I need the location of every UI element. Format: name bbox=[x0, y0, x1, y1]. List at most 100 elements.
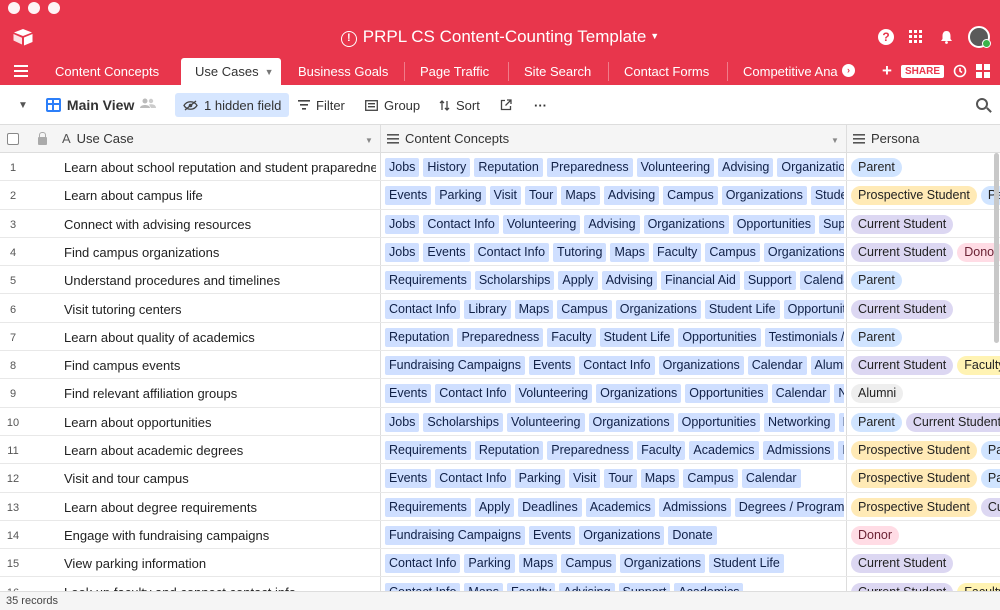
table-row[interactable]: 10 Learn about opportunities Jobs Scholarsh… bbox=[0, 408, 1000, 436]
chevron-down-icon[interactable]: ▼ bbox=[265, 67, 274, 77]
table-row[interactable]: 8 Find campus events Fundraising Campaigns… bbox=[0, 351, 1000, 380]
group-button[interactable]: Group bbox=[365, 85, 420, 125]
content-concepts-cell[interactable]: Events Contact Info Volunteering Organizati… bbox=[385, 384, 844, 404]
tab-site-search[interactable]: Site Search bbox=[510, 58, 610, 85]
use-case-cell[interactable]: Engage with fundraising campaigns bbox=[64, 528, 376, 543]
content-concepts-cell[interactable]: Jobs History Reputation Preparedness Volunte… bbox=[385, 158, 844, 177]
table-row[interactable]: 2 Learn about campus life Events Parking Vis… bbox=[0, 181, 1000, 210]
use-case-cell[interactable]: Learn about school reputation and studen… bbox=[64, 160, 376, 175]
table-row[interactable]: 4 Find campus organizations Jobs Events Cont… bbox=[0, 238, 1000, 267]
tab-content-concepts[interactable]: Content Concepts bbox=[41, 58, 179, 85]
use-case-cell[interactable]: Learn about opportunities bbox=[64, 415, 376, 430]
filter-button[interactable]: Filter bbox=[298, 85, 345, 125]
persona-cell[interactable]: Current StudentFaculty bbox=[851, 356, 1000, 376]
avatar[interactable] bbox=[968, 26, 991, 48]
content-concepts-cell[interactable]: Fundraising Campaigns Events Contact Info O… bbox=[385, 356, 844, 376]
content-concepts-cell[interactable]: Reputation Preparedness Faculty Student Lif… bbox=[385, 327, 844, 347]
zoom-window-button[interactable] bbox=[48, 2, 60, 14]
table-row[interactable]: 11 Learn about academic degrees Requiremen… bbox=[0, 436, 1000, 465]
share-button[interactable]: SHARE bbox=[900, 64, 944, 78]
vertical-scrollbar[interactable] bbox=[994, 153, 999, 343]
use-case-cell[interactable]: Visit and tour campus bbox=[64, 471, 376, 486]
content-concepts-cell[interactable]: Requirements Reputation Preparedness Facult… bbox=[385, 441, 844, 460]
tab-contact-forms[interactable]: Contact Forms bbox=[610, 58, 726, 85]
hidden-fields-button[interactable]: 1 hidden field bbox=[175, 93, 290, 117]
content-concepts-cell[interactable]: Jobs Scholarships Volunteering Organization… bbox=[385, 412, 844, 432]
use-case-cell[interactable]: Find relevant affiliation groups bbox=[64, 386, 376, 401]
chevron-right-icon[interactable]: › bbox=[842, 64, 855, 77]
chevron-down-icon[interactable]: ▼ bbox=[365, 136, 373, 145]
persona-cell[interactable]: Prospective StudentParent bbox=[851, 186, 1000, 206]
tab-business-goals[interactable]: Business Goals bbox=[284, 58, 402, 85]
tab-use-cases[interactable]: Use Cases ▼ bbox=[181, 58, 281, 85]
content-concepts-cell[interactable]: Fundraising Campaigns Events Organizations… bbox=[385, 525, 844, 545]
tab-competitive-analysis[interactable]: Competitive Ana bbox=[729, 58, 841, 85]
table-row[interactable]: 1 Learn about school reputation and stude… bbox=[0, 153, 1000, 182]
help-icon[interactable]: ? bbox=[878, 29, 894, 45]
content-concepts-cell[interactable]: Jobs Contact Info Volunteering Advising Orga… bbox=[385, 214, 844, 234]
persona-cell[interactable]: Alumni bbox=[851, 384, 1000, 404]
table-row[interactable]: 7 Learn about quality of academics Reputat… bbox=[0, 323, 1000, 352]
table-row[interactable]: 14 Engage with fundraising campaigns Fundr… bbox=[0, 521, 1000, 550]
sort-button[interactable]: Sort bbox=[439, 85, 480, 125]
persona-cell[interactable]: Parent bbox=[851, 158, 1000, 177]
persona-cell[interactable]: Current StudentFaculty bbox=[851, 582, 1000, 591]
table-row[interactable]: 12 Visit and tour campus Events Contact Inf… bbox=[0, 464, 1000, 493]
use-case-cell[interactable]: Learn about quality of academics bbox=[64, 330, 376, 345]
add-table-icon[interactable]: + bbox=[882, 62, 892, 79]
content-concepts-cell[interactable]: Contact InfoMapsFacultyAdvisingSupportAc… bbox=[385, 582, 844, 591]
use-case-cell[interactable]: Connect with advising resources bbox=[64, 217, 376, 232]
persona-cell[interactable]: Parent bbox=[851, 327, 1000, 347]
history-icon[interactable] bbox=[953, 64, 967, 78]
content-concepts-cell[interactable]: Requirements Scholarships Apply Advising Fin… bbox=[385, 271, 844, 291]
content-concepts-cell[interactable]: Jobs Events Contact Info Tutoring Maps Facult… bbox=[385, 242, 844, 262]
persona-cell[interactable]: Current Student bbox=[851, 554, 1000, 574]
persona-cell[interactable]: Current Student Donor bbox=[851, 242, 1000, 262]
table-row[interactable]: 9 Find relevant affiliation groups Events C… bbox=[0, 379, 1000, 408]
persona-cell[interactable]: Prospective StudentCurrent Student bbox=[851, 497, 1000, 517]
use-case-cell[interactable]: Learn about campus life bbox=[64, 188, 376, 203]
persona-cell[interactable]: Prospective StudentParent bbox=[851, 441, 1000, 460]
chevron-down-icon[interactable]: ▼ bbox=[18, 100, 28, 111]
persona-cell[interactable]: Current Student bbox=[851, 214, 1000, 234]
column-header-persona[interactable]: Persona bbox=[853, 125, 919, 153]
table-row[interactable]: 6 Visit tutoring centers Contact Info Libra… bbox=[0, 295, 1000, 323]
search-icon[interactable] bbox=[976, 98, 988, 110]
content-concepts-cell[interactable]: Events Contact Info Parking Visit Tour Maps Ca… bbox=[385, 469, 844, 489]
content-concepts-cell[interactable]: Contact Info Library Maps Campus Organizatio… bbox=[385, 299, 844, 319]
menu-icon[interactable] bbox=[14, 65, 28, 80]
content-concepts-cell[interactable]: Events Parking Visit Tour Maps Advising Campus… bbox=[385, 186, 844, 206]
persona-cell[interactable]: Prospective StudentParent bbox=[851, 469, 1000, 489]
bell-icon[interactable] bbox=[938, 29, 954, 45]
table-row[interactable]: 15 View parking information Contact Info Pa… bbox=[0, 549, 1000, 578]
table-row[interactable]: 5 Understand procedures and timelines Requ… bbox=[0, 266, 1000, 295]
column-header-use-case[interactable]: A Use Case bbox=[62, 125, 134, 153]
persona-cell[interactable]: Donor bbox=[851, 525, 1000, 545]
use-case-cell[interactable]: Learn about degree requirements bbox=[64, 500, 376, 515]
view-switcher[interactable]: ▼ Main View bbox=[18, 85, 157, 125]
table-row[interactable]: 16Look up faculty and connect contact in… bbox=[0, 578, 1000, 591]
use-case-cell[interactable]: Learn about academic degrees bbox=[64, 443, 376, 458]
share-view-button[interactable] bbox=[500, 85, 512, 125]
persona-cell[interactable]: Parent Current Student bbox=[851, 412, 1000, 432]
select-all-checkbox[interactable] bbox=[7, 125, 19, 153]
apps-grid-icon[interactable] bbox=[908, 29, 924, 45]
more-options-button[interactable]: ··· bbox=[534, 85, 547, 125]
content-concepts-cell[interactable]: Requirements Apply Deadlines Academics Admis… bbox=[385, 497, 844, 517]
table-row[interactable]: 3 Connect with advising resources Jobs Cont… bbox=[0, 210, 1000, 238]
blocks-icon[interactable] bbox=[976, 64, 990, 78]
persona-cell[interactable]: Current Student bbox=[851, 299, 1000, 319]
minimize-window-button[interactable] bbox=[28, 2, 40, 14]
use-case-cell[interactable]: Find campus events bbox=[64, 358, 376, 373]
use-case-cell[interactable]: Visit tutoring centers bbox=[64, 302, 376, 317]
base-title[interactable]: ! PRPL CS Content-Counting Template ▼ bbox=[0, 27, 1000, 47]
chevron-down-icon[interactable]: ▼ bbox=[831, 136, 839, 145]
content-concepts-cell[interactable]: Contact Info Parking Maps Campus Organizatio… bbox=[385, 554, 844, 574]
use-case-cell[interactable]: Find campus organizations bbox=[64, 245, 376, 260]
use-case-cell[interactable]: View parking information bbox=[64, 556, 376, 571]
tab-page-traffic[interactable]: Page Traffic bbox=[406, 58, 506, 85]
use-case-cell[interactable]: Understand procedures and timelines bbox=[64, 273, 376, 288]
info-icon[interactable]: ! bbox=[340, 31, 357, 47]
table-row[interactable]: 13 Learn about degree requirements Require… bbox=[0, 493, 1000, 521]
column-header-content-concepts[interactable]: Content Concepts bbox=[387, 125, 509, 153]
